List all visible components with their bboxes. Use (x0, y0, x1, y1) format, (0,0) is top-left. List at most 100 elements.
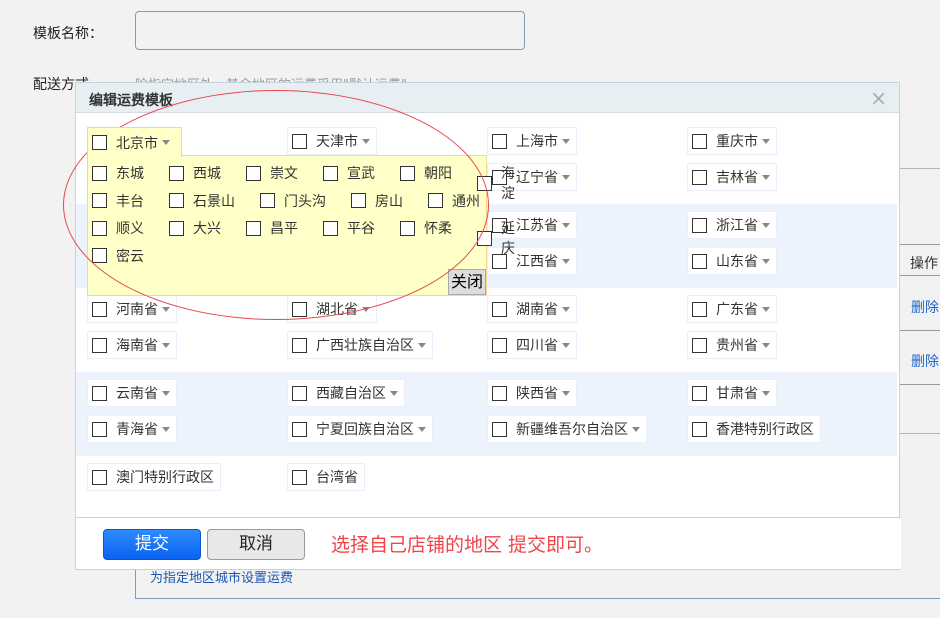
province-item[interactable]: 云南省 (87, 379, 177, 407)
checkbox[interactable] (292, 301, 307, 317)
province-item[interactable]: 重庆市 (687, 127, 777, 155)
checkbox[interactable] (492, 337, 507, 353)
close-icon[interactable]: × (870, 86, 887, 110)
dropdown-arrow-icon[interactable] (562, 222, 570, 228)
province-item[interactable]: 湖北省 (287, 295, 377, 323)
delete-link[interactable]: 删除 (911, 297, 939, 317)
dropdown-arrow-icon[interactable] (162, 306, 170, 312)
dropdown-arrow-icon[interactable] (562, 390, 570, 396)
province-item[interactable]: 上海市 (487, 127, 577, 155)
province-item[interactable]: 天津市 (287, 127, 377, 155)
dropdown-arrow-icon[interactable] (362, 306, 370, 312)
city-item[interactable]: 东城 (92, 163, 144, 183)
checkbox[interactable] (169, 165, 184, 181)
dropdown-arrow-icon[interactable] (762, 306, 770, 312)
dropdown-arrow-icon[interactable] (762, 342, 770, 348)
city-item[interactable]: 西城 (169, 163, 221, 183)
dropdown-arrow-icon[interactable] (562, 174, 570, 180)
dropdown-arrow-icon[interactable] (762, 390, 770, 396)
province-item[interactable]: 甘肃省 (687, 379, 777, 407)
dropdown-arrow-icon[interactable] (362, 138, 370, 144)
province-item[interactable]: 青海省 (87, 415, 177, 443)
checkbox[interactable] (351, 193, 366, 208)
dropdown-arrow-icon[interactable] (418, 426, 426, 432)
province-item[interactable]: 西藏自治区 (287, 379, 405, 407)
dropdown-arrow-icon[interactable] (162, 390, 170, 396)
dropdown-arrow-icon[interactable] (562, 306, 570, 312)
checkbox[interactable] (92, 165, 107, 181)
dropdown-arrow-icon[interactable] (162, 426, 170, 432)
checkbox[interactable] (92, 248, 107, 263)
province-item[interactable]: 四川省 (487, 331, 577, 359)
dropdown-arrow-icon[interactable] (418, 342, 426, 348)
dropdown-arrow-icon[interactable] (562, 138, 570, 144)
city-item[interactable]: 丰台 (92, 191, 144, 211)
checkbox[interactable] (246, 165, 261, 181)
cancel-button[interactable]: 取消 (207, 529, 305, 560)
city-item[interactable]: 朝阳 (400, 163, 452, 183)
checkbox[interactable] (492, 421, 507, 437)
province-item[interactable]: 香港特别行政区 (687, 415, 821, 443)
checkbox[interactable] (692, 169, 707, 185)
city-item[interactable]: 通州 (428, 191, 480, 211)
province-item[interactable]: 浙江省 (687, 211, 777, 239)
dropdown-arrow-icon[interactable] (762, 174, 770, 180)
checkbox[interactable] (169, 220, 184, 236)
province-item[interactable]: 陕西省 (487, 379, 577, 407)
province-item[interactable]: 河南省 (87, 295, 177, 323)
dropdown-arrow-icon[interactable] (762, 222, 770, 228)
city-item[interactable]: 密云 (92, 246, 144, 266)
dropdown-arrow-icon[interactable] (162, 342, 170, 348)
province-item[interactable]: 广西壮族自治区 (287, 331, 433, 359)
checkbox[interactable] (92, 193, 107, 208)
province-item[interactable]: 宁夏回族自治区 (287, 415, 433, 443)
province-item[interactable]: 山东省 (687, 247, 777, 275)
city-item[interactable]: 延庆 (477, 218, 515, 258)
checkbox[interactable] (292, 385, 307, 401)
city-item[interactable]: 房山 (351, 191, 403, 211)
template-name-input[interactable] (135, 11, 525, 50)
checkbox[interactable] (400, 165, 415, 181)
checkbox[interactable] (323, 165, 338, 181)
checkbox[interactable] (692, 217, 707, 233)
checkbox[interactable] (92, 337, 107, 353)
city-item[interactable]: 门头沟 (260, 191, 326, 211)
province-item[interactable]: 吉林省 (687, 163, 777, 191)
submit-button[interactable]: 提交 (103, 529, 201, 560)
checkbox[interactable] (492, 133, 507, 149)
city-item[interactable]: 宣武 (323, 163, 375, 183)
checkbox[interactable] (492, 301, 507, 317)
province-item[interactable]: 贵州省 (687, 331, 777, 359)
delete-link[interactable]: 删除 (911, 351, 939, 371)
dropdown-arrow-icon[interactable] (390, 390, 398, 396)
checkbox[interactable] (92, 135, 107, 150)
checkbox[interactable] (477, 230, 492, 246)
checkbox[interactable] (246, 220, 261, 236)
city-item[interactable]: 大兴 (169, 218, 221, 238)
checkbox[interactable] (692, 133, 707, 149)
city-item[interactable]: 石景山 (169, 191, 235, 211)
checkbox[interactable] (292, 133, 307, 149)
checkbox[interactable] (477, 175, 492, 191)
checkbox[interactable] (692, 337, 707, 353)
city-item[interactable]: 昌平 (246, 218, 298, 238)
dropdown-arrow-icon[interactable] (762, 138, 770, 144)
checkbox[interactable] (92, 421, 107, 437)
province-item[interactable]: 台湾省 (287, 463, 365, 491)
city-item[interactable]: 怀柔 (400, 218, 452, 238)
checkbox[interactable] (169, 193, 184, 208)
checkbox[interactable] (323, 220, 338, 236)
dropdown-arrow-icon[interactable] (562, 342, 570, 348)
city-item[interactable]: 顺义 (92, 218, 144, 238)
province-item[interactable]: 广东省 (687, 295, 777, 323)
dropdown-arrow-icon[interactable] (562, 258, 570, 264)
dropdown-arrow-icon[interactable] (762, 258, 770, 264)
province-item-beijing[interactable]: 北京市 (87, 127, 182, 157)
checkbox[interactable] (260, 193, 275, 208)
checkbox[interactable] (492, 385, 507, 401)
checkbox[interactable] (92, 385, 107, 401)
city-item[interactable]: 海淀 (477, 163, 515, 203)
province-item[interactable]: 澳门特别行政区 (87, 463, 221, 491)
province-item[interactable]: 新疆维吾尔自治区 (487, 415, 647, 443)
province-item[interactable]: 湖南省 (487, 295, 577, 323)
